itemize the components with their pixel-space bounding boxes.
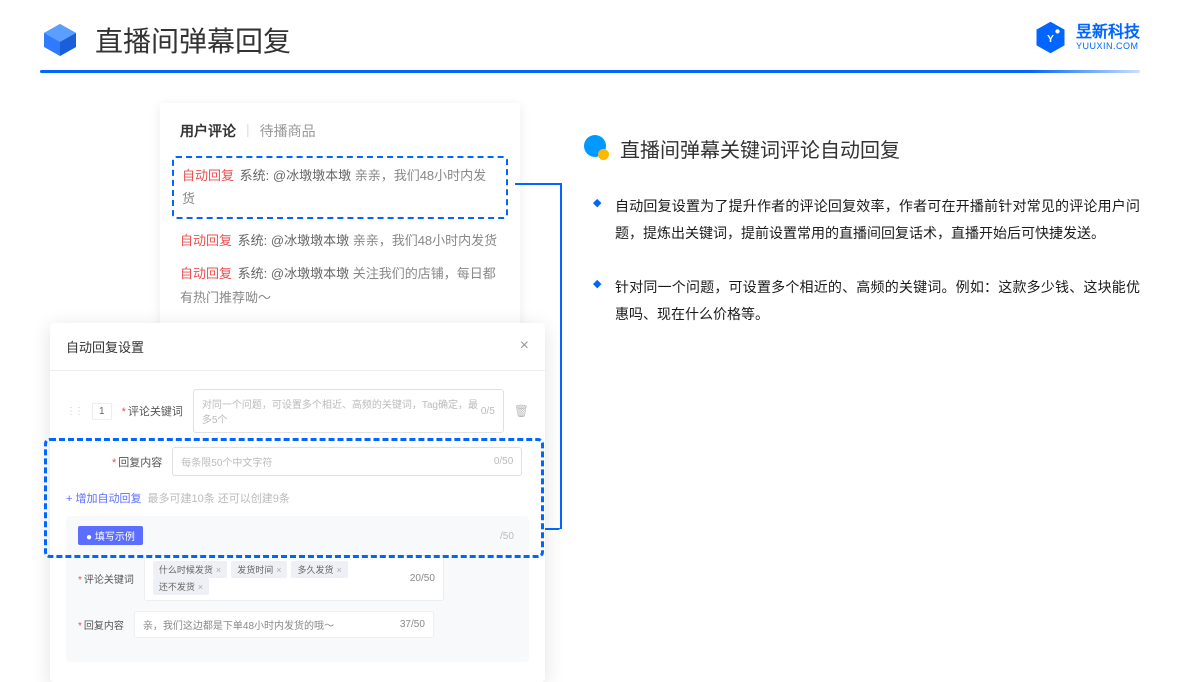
row-number: 1 [92, 403, 112, 420]
ex-reply-label: 回复内容 [84, 621, 124, 632]
logo-en: YUUXIN.COM [1076, 41, 1140, 51]
connector-line [560, 183, 562, 529]
tag-remove-icon[interactable]: × [276, 565, 281, 575]
example-badge: ● 填写示例 [78, 526, 143, 545]
ex-keyword-input: 什么时候发货×发货时间×多久发货×还不发货× 20/50 [144, 555, 444, 601]
drag-handle-icon[interactable]: ⋮⋮ [66, 406, 82, 417]
keyword-tag: 还不发货× [153, 578, 209, 595]
keyword-label: 评论关键词 [128, 406, 183, 418]
page-title: 直播间弹幕回复 [95, 20, 291, 60]
comment-item: 自动回复 系统: @冰墩墩本墩 关注我们的店铺，每日都有热门推荐呦～ [180, 262, 500, 309]
cube-icon [40, 20, 80, 60]
bullet-item: 针对同一个问题，可设置多个相近的、高频的关键词。例如：这款多少钱、这块能优惠吗、… [615, 274, 1140, 327]
tab-pending-goods[interactable]: 待播商品 [260, 121, 316, 141]
dialog-title: 自动回复设置 [66, 337, 144, 356]
tag-remove-icon[interactable]: × [198, 582, 203, 592]
logo-cn: 昱新科技 [1076, 24, 1140, 42]
auto-reply-settings-dialog: 自动回复设置 × ⋮⋮ 1 *评论关键词 对同一个问题，可设置多个相近、高频的关… [50, 323, 545, 682]
tab-separator: | [246, 121, 250, 141]
close-icon[interactable]: × [520, 337, 529, 356]
tag-remove-icon[interactable]: × [336, 565, 341, 575]
stray-count: /50 [500, 531, 514, 542]
reply-label: 回复内容 [118, 457, 162, 469]
tag-remove-icon[interactable]: × [216, 565, 221, 575]
header-divider [40, 70, 1140, 73]
connector-line [545, 528, 560, 530]
keyword-tag: 什么时候发货× [153, 561, 227, 578]
delete-icon[interactable]: 🗑 [514, 404, 529, 418]
svg-text:Y: Y [1047, 33, 1054, 45]
keyword-input[interactable]: 对同一个问题，可设置多个相近、高频的关键词，Tag确定，最多5个 0/5 [193, 389, 504, 433]
tab-user-comments[interactable]: 用户评论 [180, 121, 236, 141]
add-hint: 最多可建10条 还可以创建9条 [147, 493, 289, 505]
keyword-tag: 发货时间× [231, 561, 287, 578]
brand-logo: Y 昱新科技 YUUXIN.COM [1033, 20, 1140, 55]
bubble-icon [580, 133, 610, 163]
ex-keyword-label: 评论关键词 [84, 575, 134, 586]
comment-item: 自动回复 系统: @冰墩墩本墩 亲亲，我们48小时内发货 [180, 229, 500, 252]
section-title: 直播间弹幕关键词评论自动回复 [620, 134, 900, 163]
keyword-tag: 多久发货× [291, 561, 347, 578]
connector-line [515, 183, 560, 185]
bullet-item: 自动回复设置为了提升作者的评论回复效率，作者可在开播前针对常见的评论用户问题，提… [615, 193, 1140, 246]
ex-reply-input: 亲，我们这边都是下单48小时内发货的哦～ 37/50 [134, 611, 434, 638]
comment-item-highlighted: 自动回复 系统: @冰墩墩本墩 亲亲，我们48小时内发货 [172, 156, 508, 219]
reply-input[interactable]: 每条限50个中文字符 0/50 [172, 447, 522, 476]
example-box: ● 填写示例 *评论关键词 什么时候发货×发货时间×多久发货×还不发货× 20/… [66, 516, 529, 662]
add-auto-reply-link[interactable]: + 增加自动回复最多可建10条 还可以创建9条 [66, 490, 529, 506]
